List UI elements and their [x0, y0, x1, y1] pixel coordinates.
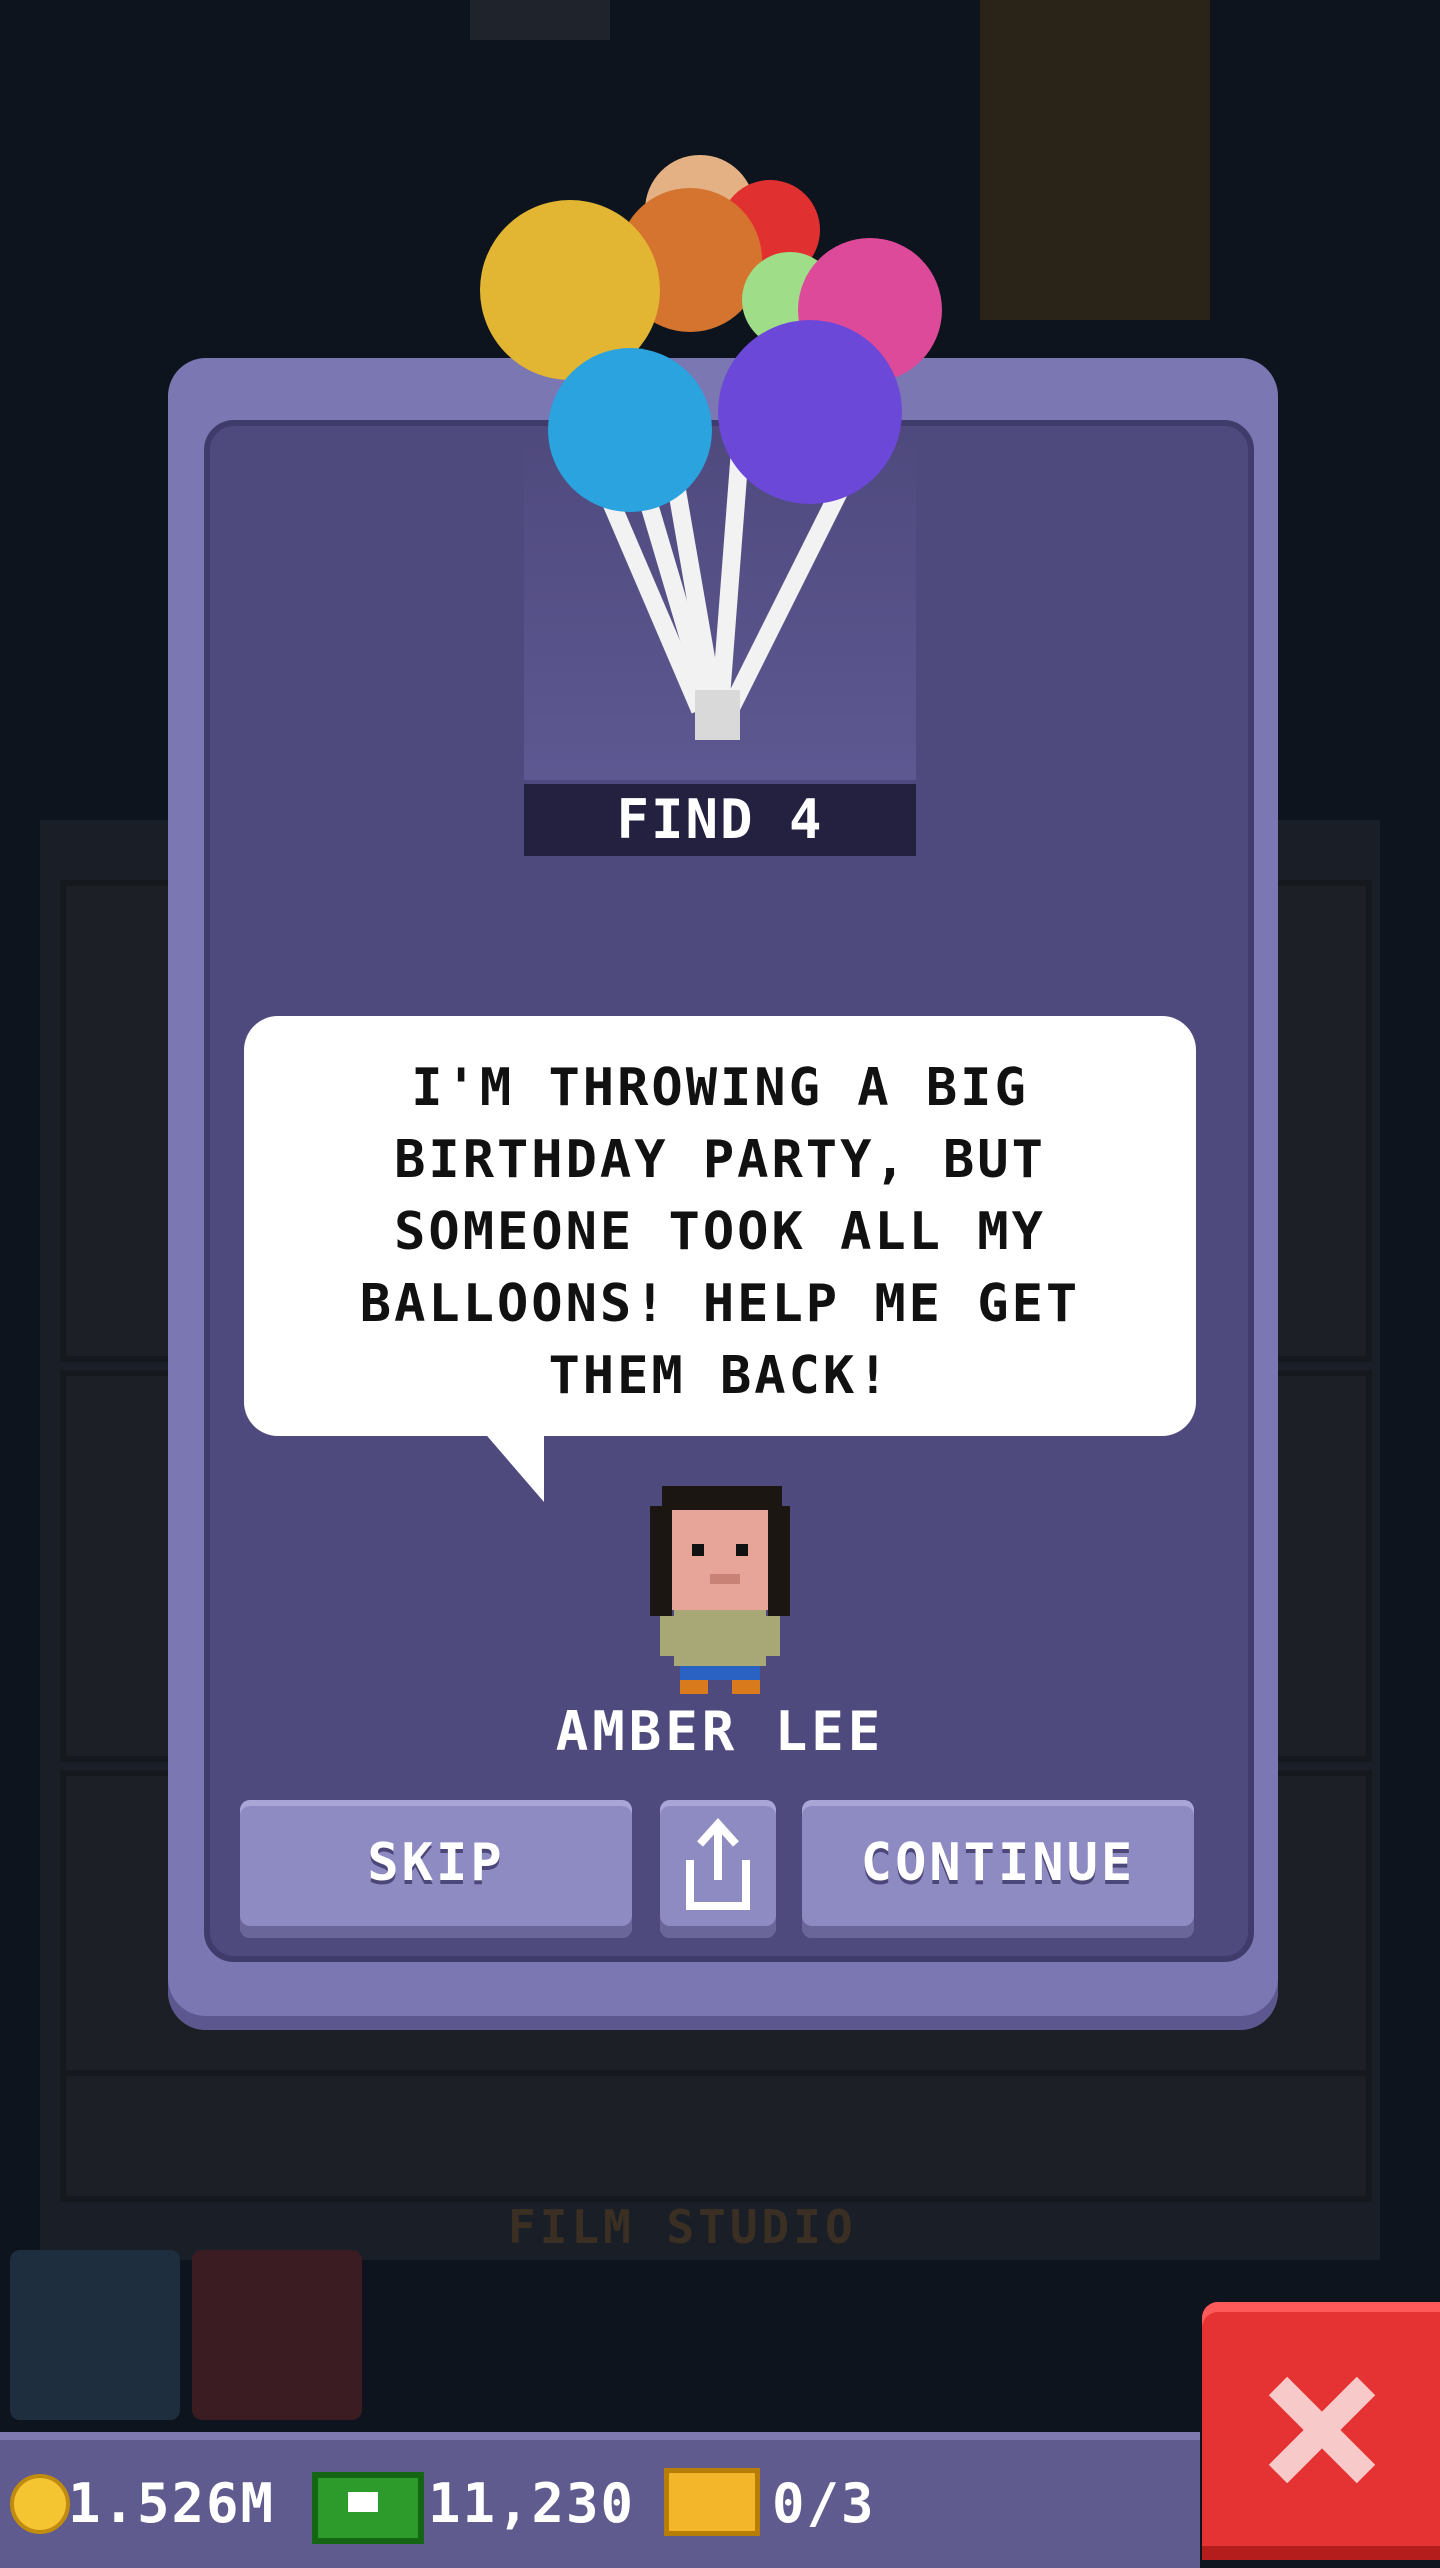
- balloon-purple: [718, 320, 902, 504]
- balloons-icon: [480, 155, 942, 740]
- currency-bar: 1.526M 11,230 0/3: [0, 2432, 1200, 2568]
- speech-bubble-tail: [482, 1430, 544, 1502]
- speech-bubble: I'M THROWING A BIG BIRTHDAY PARTY, BUT S…: [244, 1016, 1196, 1436]
- coin-icon: [10, 2474, 70, 2534]
- ticket-icon: [664, 2468, 760, 2536]
- background-floor-name: FILM STUDIO: [508, 2200, 857, 2254]
- balloon-knot: [695, 690, 740, 740]
- close-button[interactable]: [1202, 2302, 1440, 2560]
- share-button[interactable]: [660, 1800, 776, 1938]
- find-count-label: FIND 4: [524, 784, 916, 856]
- quest-message: I'M THROWING A BIG BIRTHDAY PARTY, BUT S…: [359, 1058, 1081, 1406]
- background-lamp: [470, 0, 610, 40]
- background-tower-top: [980, 0, 1210, 320]
- background-floor: [60, 2070, 1372, 2202]
- npc-name: AMBER LEE: [555, 1700, 885, 1763]
- tickets-value: 0/3: [772, 2472, 876, 2535]
- background-tool-button: [10, 2250, 180, 2420]
- close-icon: [1268, 2376, 1376, 2484]
- bux-icon: [312, 2472, 424, 2544]
- bux-value: 11,230: [428, 2472, 636, 2535]
- skip-button[interactable]: SKIP: [240, 1800, 632, 1938]
- background-elevator-button: [192, 2250, 362, 2420]
- npc-avatar: [650, 1486, 790, 1694]
- balloon-blue: [548, 348, 712, 512]
- continue-button[interactable]: CONTINUE: [802, 1800, 1194, 1938]
- share-icon: [686, 1818, 750, 1910]
- coins-value: 1.526M: [68, 2472, 276, 2535]
